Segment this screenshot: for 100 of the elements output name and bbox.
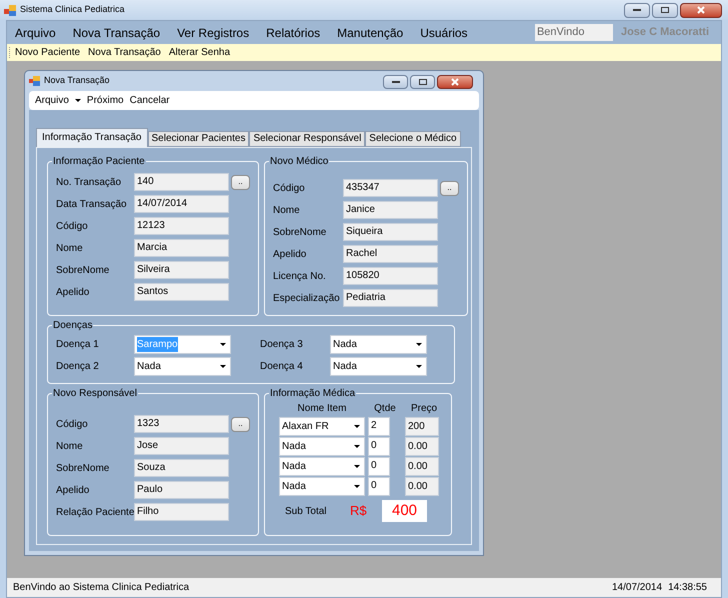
welcome-field[interactable]: BenVindo	[534, 24, 613, 41]
dropdown-field[interactable]: Nada	[134, 357, 231, 376]
text-field[interactable]: Marcia	[134, 239, 229, 257]
text-field[interactable]: Santos	[134, 283, 229, 301]
text-field[interactable]: 435347	[343, 179, 438, 197]
dropdown-field[interactable]: Nada	[330, 357, 427, 376]
field-label: Apelido	[273, 248, 308, 262]
caret-icon	[220, 343, 226, 346]
quantity-field[interactable]: 0	[368, 457, 390, 476]
field-label: Nome	[273, 204, 301, 218]
field-label: Apelido	[56, 484, 90, 498]
menu-item[interactable]: Usuários	[420, 24, 468, 42]
caret-icon	[416, 365, 422, 368]
price-field[interactable]: 200	[405, 417, 439, 436]
field-label: Código	[56, 220, 89, 234]
quantity-field[interactable]: 2	[368, 417, 390, 436]
minimize-button[interactable]	[624, 2, 650, 18]
column-header: Qtde	[373, 402, 397, 416]
field-label: Nome	[56, 242, 84, 256]
text-field[interactable]: Souza	[134, 459, 229, 477]
maximize-button[interactable]	[652, 2, 678, 18]
text-field[interactable]: 12123	[134, 217, 229, 235]
lookup-button[interactable]: ..	[440, 180, 459, 196]
group-title: Informação Médica	[269, 387, 356, 401]
text-field[interactable]: 105820	[343, 267, 438, 285]
caret-icon	[354, 425, 360, 428]
text-field[interactable]: 140	[134, 173, 229, 191]
subtotal-label: Sub Total	[285, 504, 328, 518]
caret-icon	[220, 365, 226, 368]
currency-label: R$	[350, 502, 368, 520]
text-field[interactable]: Jose	[134, 437, 229, 455]
tab[interactable]: Selecione o Médico	[365, 131, 461, 147]
status-date: 14/07/2014	[612, 581, 662, 595]
toolbar-button[interactable]: Alterar Senha	[168, 45, 230, 60]
price-field[interactable]: 0.00	[405, 477, 439, 496]
subtotal-field: 400	[382, 500, 427, 522]
tab[interactable]: Informação Transação	[36, 128, 148, 147]
field-label: Doença 1	[56, 338, 100, 352]
close-button[interactable]	[680, 2, 722, 18]
text-field[interactable]: Silveira	[134, 261, 229, 279]
text-field[interactable]: 14/07/2014	[134, 195, 229, 213]
quantity-field[interactable]: 0	[368, 437, 390, 456]
status-message: BenVindo ao Sistema Clinica Pediatrica	[13, 581, 190, 595]
dropdown-field[interactable]: Nada	[279, 437, 365, 456]
dropdown-field[interactable]: Nada	[279, 477, 365, 496]
field-label: SobreNome	[273, 226, 328, 240]
menu-item[interactable]: Nova Transação	[72, 24, 160, 42]
caret-icon	[354, 445, 360, 448]
field-label: Doença 4	[260, 360, 304, 374]
tab[interactable]: Selecionar Responsável	[249, 131, 366, 147]
field-label: Código	[273, 182, 306, 196]
dropdown-field[interactable]: Nada	[279, 457, 365, 476]
field-label: Nome	[56, 440, 84, 454]
price-field[interactable]: 0.00	[405, 457, 439, 476]
child-window-title: Nova Transação	[44, 74, 110, 88]
quantity-field[interactable]: 0	[368, 477, 390, 496]
field-label: Licença No.	[273, 270, 327, 284]
text-field[interactable]: Siqueira	[343, 223, 438, 241]
field-label: Especialização	[273, 292, 341, 306]
menu-item[interactable]: Manutenção	[337, 24, 404, 42]
window-title: Sistema Clinica Pediatrica	[20, 3, 125, 16]
menu-item[interactable]: Ver Registros	[177, 24, 250, 42]
menu-item[interactable]: Relatórios	[266, 24, 320, 42]
caret-icon	[354, 485, 360, 488]
close-icon	[451, 78, 459, 86]
text-field[interactable]: Rachel	[343, 245, 438, 263]
field-label: Relação Paciente	[56, 506, 134, 520]
column-header: Preço	[410, 402, 438, 416]
group-title: Novo Responsável	[52, 387, 138, 401]
caret-icon	[416, 343, 422, 346]
field-label: Doença 3	[260, 338, 304, 352]
field-label: Código	[56, 418, 89, 432]
field-label: No. Transação	[56, 176, 122, 190]
lookup-button[interactable]: ..	[231, 416, 250, 432]
field-label: SobreNome	[56, 462, 110, 476]
maximize-button[interactable]	[410, 75, 435, 89]
field-label: Doença 2	[56, 360, 100, 374]
text-field[interactable]: Pediatria	[343, 289, 438, 307]
dropdown-field[interactable]: Alaxan FR	[279, 417, 365, 436]
menu-item[interactable]: Arquivo	[15, 24, 56, 42]
price-field[interactable]: 0.00	[405, 437, 439, 456]
user-name: Jose C Macoratti	[620, 25, 709, 40]
group-title: Doenças	[52, 319, 94, 333]
minimize-button[interactable]	[383, 75, 408, 89]
close-icon	[697, 6, 705, 14]
status-time: 14:38:55	[668, 581, 707, 595]
text-field[interactable]: 1323	[134, 415, 229, 433]
caret-icon	[354, 465, 360, 468]
close-button[interactable]	[437, 75, 473, 89]
text-field[interactable]: Filho	[134, 503, 229, 521]
menu-item[interactable]: Cancelar	[130, 93, 170, 108]
lookup-button[interactable]: ..	[231, 174, 250, 190]
text-field[interactable]: Janice	[343, 201, 438, 219]
toolbar-button[interactable]: Novo Paciente	[15, 45, 80, 60]
dropdown-field[interactable]: Nada	[330, 335, 427, 354]
menu-item[interactable]: Próximo	[86, 93, 124, 108]
tab[interactable]: Selecionar Pacientes	[148, 131, 250, 147]
toolbar-button[interactable]: Nova Transação	[88, 45, 161, 60]
menu-item[interactable]: Arquivo	[35, 93, 81, 108]
text-field[interactable]: Paulo	[134, 481, 229, 499]
